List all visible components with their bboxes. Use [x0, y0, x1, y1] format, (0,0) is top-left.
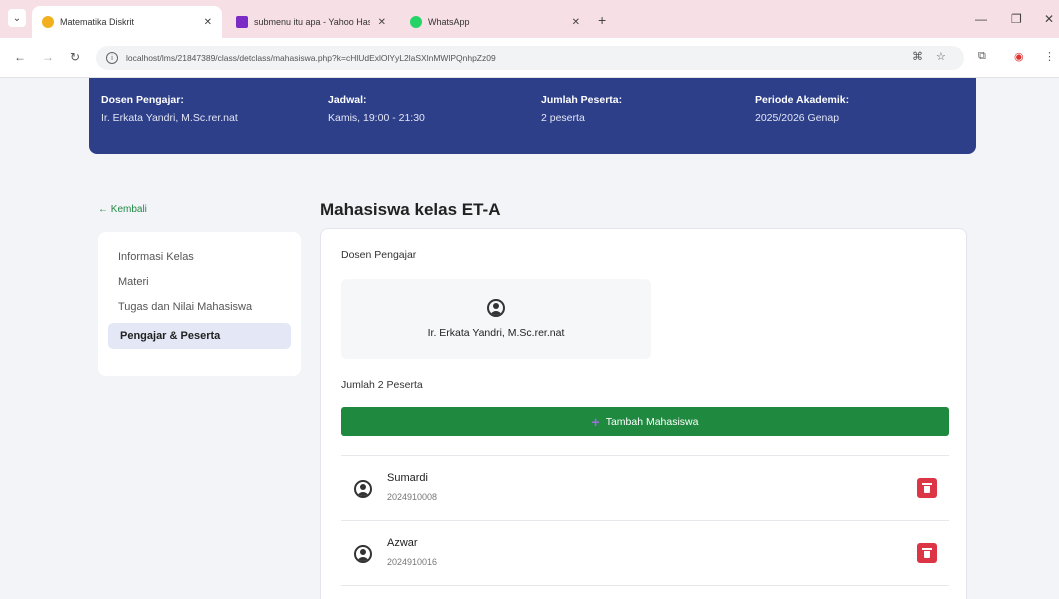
- close-icon[interactable]: ✕: [204, 17, 212, 28]
- peserta-info: Jumlah Peserta: 2 peserta: [541, 94, 622, 124]
- add-student-button[interactable]: + Tambah Mahasiswa: [341, 407, 949, 436]
- translate-icon[interactable]: ⌘: [912, 50, 923, 63]
- jadwal-info: Jadwal: Kamis, 19:00 - 21:30: [328, 94, 425, 124]
- back-link[interactable]: ← Kembali: [98, 204, 147, 215]
- peserta-label: Jumlah Peserta:: [541, 94, 623, 106]
- browser-address-bar: ← → ↻ i localhost/lms/21847389/class/det…: [0, 38, 1059, 78]
- close-icon[interactable]: ✕: [378, 17, 386, 28]
- sidebar-item-informasi-kelas[interactable]: Informasi Kelas: [108, 246, 291, 268]
- tab-title: Matematika Diskrit: [60, 17, 135, 27]
- participants-card: Dosen Pengajar Ir. Erkata Yandri, M.Sc.r…: [320, 228, 967, 599]
- divider: [341, 585, 949, 586]
- delete-student-button[interactable]: [917, 543, 937, 563]
- user-avatar-icon: [487, 299, 505, 317]
- peserta-count-label: Jumlah 2 Peserta: [341, 379, 423, 391]
- periode-value: 2025/2026 Genap: [755, 112, 840, 124]
- bookmark-star-icon[interactable]: ☆: [936, 50, 946, 63]
- reload-icon[interactable]: ↻: [70, 50, 80, 64]
- class-info-banner: Dosen Pengajar: Ir. Erkata Yandri, M.Sc.…: [89, 78, 976, 154]
- restore-icon[interactable]: ❐: [1011, 12, 1022, 26]
- tab-search-icon[interactable]: ⌄: [8, 9, 26, 27]
- plus-icon: +: [591, 413, 600, 430]
- close-icon[interactable]: ✕: [572, 17, 580, 28]
- page-title: Mahasiswa kelas ET-A: [320, 200, 501, 219]
- trash-icon: [922, 547, 932, 558]
- user-avatar-icon: [354, 545, 372, 563]
- dosen-value: Ir. Erkata Yandri, M.Sc.rer.nat: [101, 112, 238, 124]
- teacher-name: Ir. Erkata Yandri, M.Sc.rer.nat: [427, 327, 565, 339]
- sidebar-item-pengajar-peserta[interactable]: Pengajar & Peserta: [108, 323, 291, 349]
- browser-tab-1[interactable]: Matematika Diskrit ✕: [32, 6, 222, 38]
- student-nim: 2024910008: [387, 492, 438, 502]
- extensions-icon[interactable]: ⧉: [978, 50, 986, 63]
- periode-info: Periode Akademik: 2025/2026 Genap: [755, 94, 849, 124]
- user-avatar-icon: [354, 480, 372, 498]
- peserta-value: 2 peserta: [541, 112, 585, 124]
- teacher-box: Ir. Erkata Yandri, M.Sc.rer.nat: [341, 279, 651, 359]
- browser-tab-bar: ⌄ Matematika Diskrit ✕ submenu itu apa -…: [0, 0, 1059, 38]
- student-row: Sumardi 2024910008: [341, 456, 949, 520]
- forward-arrow-icon[interactable]: →: [42, 50, 54, 64]
- profile-avatar-icon[interactable]: ◉: [1014, 50, 1024, 63]
- student-name: Azwar: [387, 537, 418, 549]
- sidebar-item-materi[interactable]: Materi: [108, 271, 291, 293]
- page-content: Dosen Pengajar: Ir. Erkata Yandri, M.Sc.…: [0, 78, 1059, 599]
- back-arrow-icon[interactable]: ←: [14, 50, 26, 64]
- trash-icon: [922, 482, 932, 493]
- jadwal-label: Jadwal:: [328, 94, 367, 106]
- sidebar-item-tugas-nilai[interactable]: Tugas dan Nilai Mahasiswa: [108, 296, 291, 318]
- student-row: Azwar 2024910016: [341, 521, 949, 585]
- delete-student-button[interactable]: [917, 478, 937, 498]
- dosen-label: Dosen Pengajar:: [101, 94, 184, 106]
- url-text: localhost/lms/21847389/class/detclass/ma…: [126, 53, 496, 63]
- jadwal-value: Kamis, 19:00 - 21:30: [328, 112, 425, 124]
- add-student-label: Tambah Mahasiswa: [605, 415, 699, 428]
- url-field[interactable]: i localhost/lms/21847389/class/detclass/…: [96, 46, 964, 70]
- student-name: Sumardi: [387, 472, 428, 484]
- tab-title: submenu itu apa - Yahoo Hasil: [254, 17, 370, 27]
- tab-title: WhatsApp: [428, 17, 470, 27]
- whatsapp-icon: [410, 16, 422, 28]
- site-info-icon[interactable]: i: [106, 52, 118, 64]
- periode-label: Periode Akademik:: [755, 94, 850, 106]
- dosen-section-label: Dosen Pengajar: [341, 249, 417, 261]
- class-sidebar: Informasi Kelas Materi Tugas dan Nilai M…: [98, 232, 301, 376]
- browser-tab-3[interactable]: WhatsApp ✕: [400, 6, 590, 38]
- new-tab-button[interactable]: +: [598, 12, 606, 28]
- moodle-icon: [42, 16, 54, 28]
- window-close-icon[interactable]: ✕: [1044, 12, 1054, 26]
- minimize-icon[interactable]: —: [975, 12, 987, 26]
- browser-tab-2[interactable]: submenu itu apa - Yahoo Hasil ✕: [226, 6, 396, 38]
- dosen-info: Dosen Pengajar: Ir. Erkata Yandri, M.Sc.…: [101, 94, 238, 124]
- menu-kebab-icon[interactable]: ⋮: [1044, 50, 1055, 63]
- yahoo-icon: [236, 16, 248, 28]
- student-nim: 2024910016: [387, 557, 438, 567]
